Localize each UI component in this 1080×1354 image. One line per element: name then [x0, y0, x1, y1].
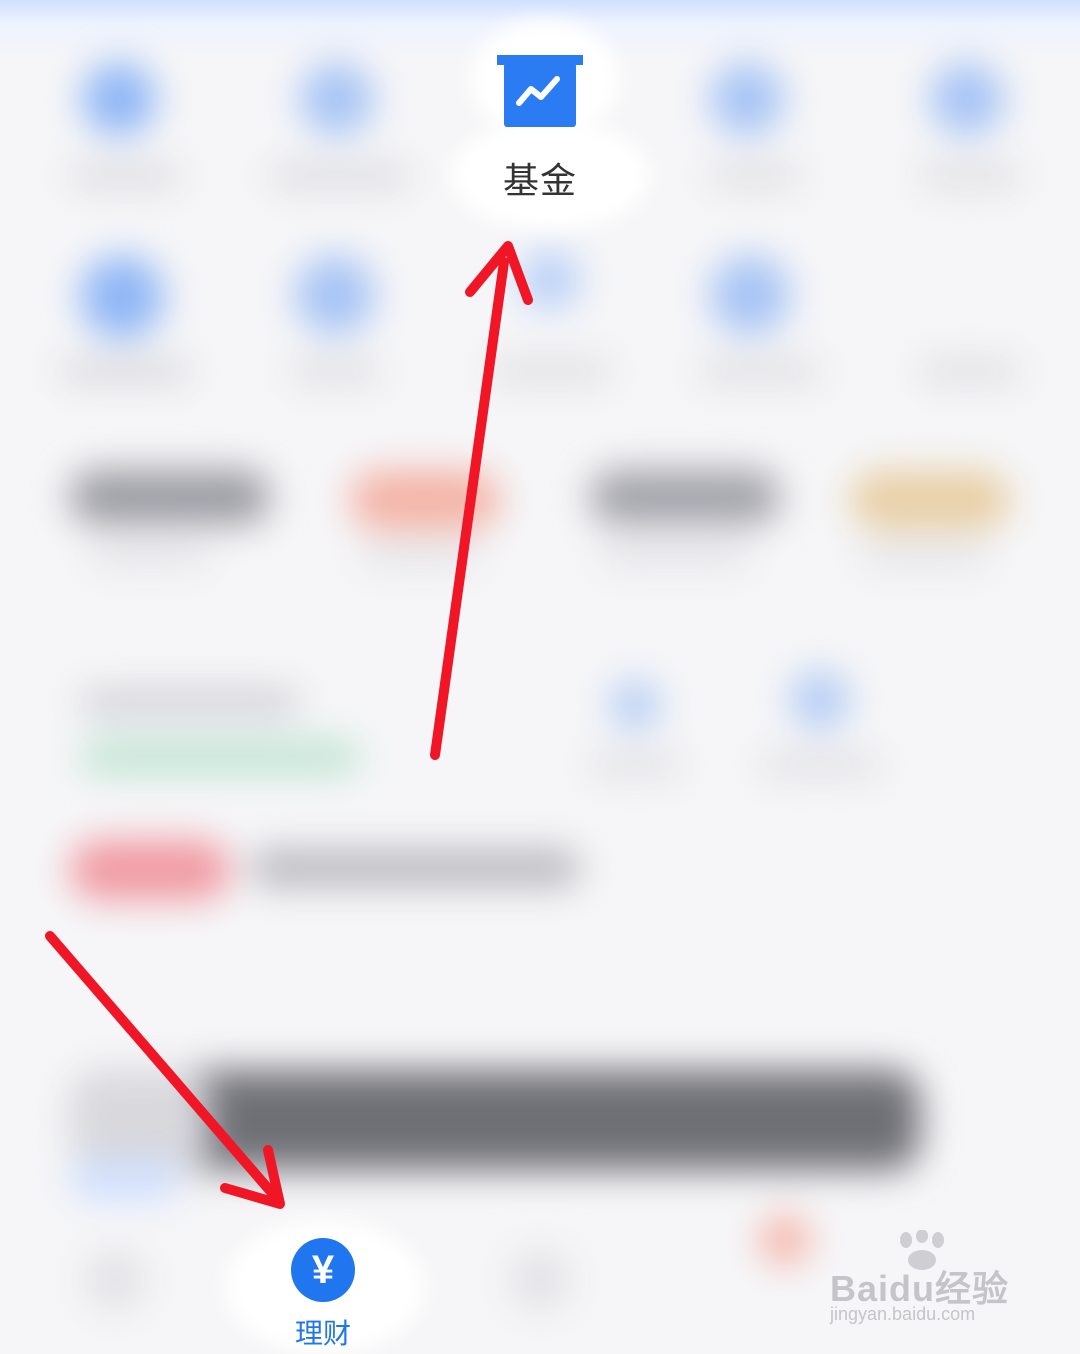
blurred-label [270, 165, 410, 187]
blurred-app-icon [930, 62, 1004, 136]
blurred-label [80, 690, 300, 716]
blurred-pill [590, 470, 780, 524]
blurred-label [70, 165, 180, 187]
blurred-label [760, 755, 880, 775]
blurred-pill [850, 470, 1010, 530]
blurred-app-icon [80, 255, 164, 339]
blurred-app-icon [610, 680, 660, 730]
blurred-label [290, 360, 380, 382]
blurred-app-icon [710, 62, 784, 136]
blurred-pill [350, 470, 500, 530]
blurred-nav-icon [85, 1250, 145, 1310]
blurred-label [920, 165, 1020, 187]
yuan-icon: ¥ [291, 1238, 355, 1302]
blurred-label [90, 545, 210, 565]
blurred-app-icon [710, 255, 790, 335]
blurred-label [80, 740, 360, 774]
fund-label: 基金 [502, 160, 577, 201]
blurred-label [860, 545, 990, 565]
blurred-label [600, 545, 750, 565]
blurred-app-icon [295, 255, 375, 335]
app-screen: 基金 ¥ 理财 Baidu经验 jingyan.baidu.com [0, 0, 1080, 1354]
baidu-watermark: Baidu经验 jingyan.baidu.com [830, 1230, 1050, 1330]
blurred-label [590, 755, 680, 775]
blurred-label [700, 360, 820, 382]
tab-wealth-label: 理财 [294, 1318, 351, 1349]
watermark-url: jingyan.baidu.com [830, 1304, 976, 1324]
blurred-banner [170, 1070, 920, 1170]
blurred-app-icon [520, 250, 580, 310]
blurred-label [360, 545, 480, 565]
blurred-label [490, 360, 610, 382]
blurred-banner-edge [70, 1070, 210, 1170]
blurred-label [60, 360, 190, 382]
blurred-app-icon [790, 670, 850, 730]
blurred-app-icon [300, 62, 374, 136]
blurred-badge [70, 840, 230, 900]
blurred-label [710, 165, 800, 187]
blurred-nav-icon [510, 1250, 570, 1310]
blurred-label [250, 850, 580, 886]
blurred-pill [70, 470, 270, 524]
blurred-nav-icon [760, 1215, 810, 1265]
blurred-app-icon [82, 62, 156, 136]
blurred-strip [70, 1160, 180, 1200]
fund-chart-icon [497, 55, 583, 127]
blurred-label [920, 360, 1020, 382]
